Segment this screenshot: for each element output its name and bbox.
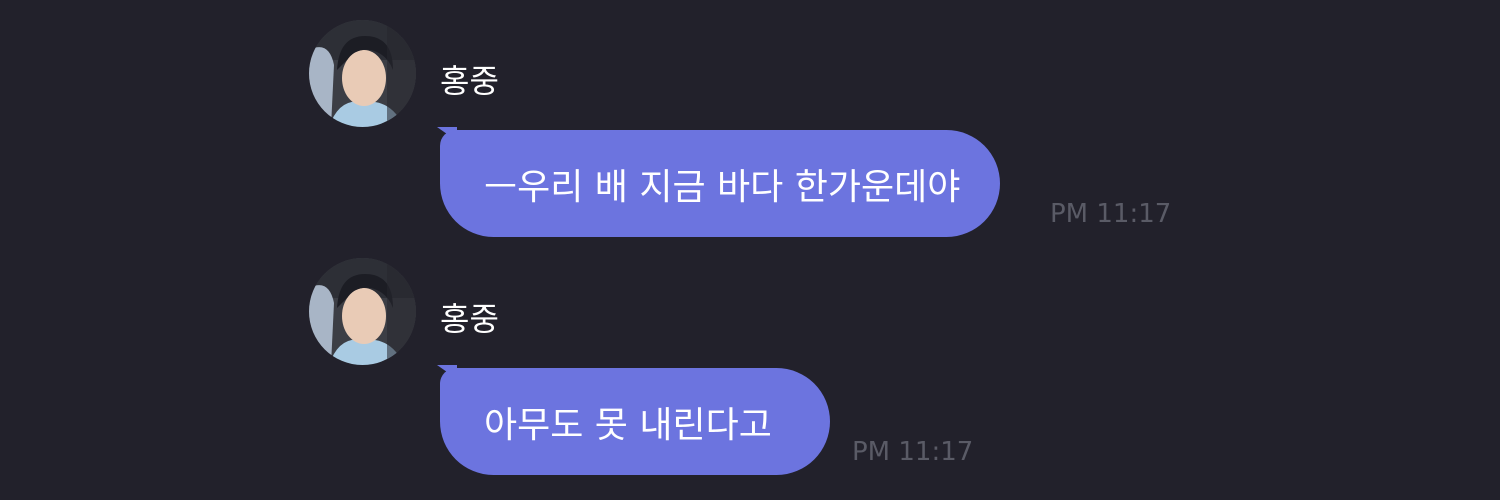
bubble-tail [437,127,457,141]
message-bubble[interactable]: ㅡ우리 배 지금 바다 한가운데야 [437,127,1000,237]
sender-name: 홍중 [440,300,499,338]
message-text: 아무도 못 내린다고 [484,404,772,446]
profile-photo-icon [309,258,416,365]
message-time: PM 11:17 [852,437,974,467]
message-item: 홍중 ㅡ우리 배 지금 바다 한가운데야 PM 11:17 [0,0,1500,237]
avatar[interactable] [309,258,416,365]
message-item: 홍중 아무도 못 내린다고 PM 11:17 [0,238,1500,475]
chat-view: 홍중 ㅡ우리 배 지금 바다 한가운데야 PM 11:17 홍중 아무도 못 내… [0,0,1500,500]
bubble-tail [437,365,457,379]
message-text: ㅡ우리 배 지금 바다 한가운데야 [484,166,961,208]
avatar[interactable] [309,20,416,127]
profile-photo-icon [309,20,416,127]
sender-name: 홍중 [440,62,499,100]
message-time: PM 11:17 [1050,199,1172,229]
message-bubble[interactable]: 아무도 못 내린다고 [437,365,830,475]
